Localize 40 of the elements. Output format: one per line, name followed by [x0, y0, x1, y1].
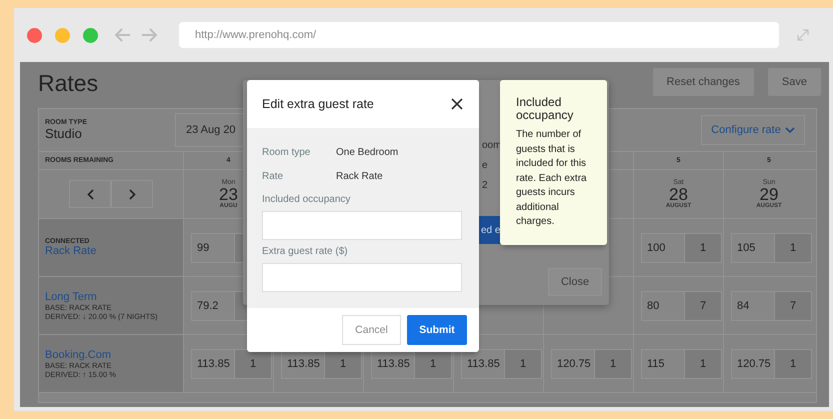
next-button[interactable]	[111, 180, 153, 208]
dialog-title: Edit extra guest rate	[262, 97, 374, 111]
input-field[interactable]	[262, 211, 462, 240]
detail-value: Rack Rate	[336, 170, 383, 182]
close-button[interactable]: Close	[548, 268, 602, 296]
minimize-window-icon[interactable]	[55, 28, 70, 42]
field-label: Included occupancy	[262, 194, 352, 205]
back-arrow-icon[interactable]	[115, 28, 131, 42]
configure-rate-button[interactable]: Configure rate	[701, 115, 805, 145]
submit-button[interactable]: Submit	[407, 315, 467, 345]
day-number: 23	[219, 186, 238, 203]
day-number: 29	[760, 186, 778, 203]
previous-button[interactable]	[69, 180, 111, 208]
dialog-text-fragment: e	[482, 160, 489, 171]
detail-label: Room type	[262, 146, 312, 158]
day-number: 28	[669, 186, 688, 203]
close-icon[interactable]	[451, 98, 463, 110]
rate-name-link[interactable]: Booking.Com	[45, 348, 112, 360]
address-bar[interactable]: http://www.prenohq.com/	[179, 22, 779, 48]
expand-icon[interactable]	[797, 29, 809, 41]
chevron-left-icon	[86, 188, 94, 200]
chevron-down-icon	[784, 126, 795, 134]
detail-label: Rate	[262, 170, 284, 182]
forward-arrow-icon[interactable]	[141, 28, 157, 42]
input-field[interactable]	[262, 263, 462, 292]
cancel-button[interactable]: Cancel	[342, 315, 401, 345]
header-button[interactable]: Save	[768, 68, 821, 96]
header-button[interactable]: Reset changes	[652, 68, 754, 96]
tooltip-title: Included occupancy	[516, 96, 574, 122]
page-title: Rates	[38, 70, 98, 97]
tooltip-text: The number of guests that is included for this rate. Each extra guests incurs additional charges.	[516, 128, 588, 229]
maximize-window-icon[interactable]	[83, 28, 98, 42]
room-type-value: Studio	[45, 126, 83, 141]
dialog-text-fragment: 2	[482, 180, 489, 191]
detail-value: One Bedroom	[336, 146, 398, 158]
field-label: Extra guest rate ($)	[262, 246, 349, 257]
rate-name-link[interactable]: Long Term	[45, 290, 97, 302]
close-window-icon[interactable]	[27, 28, 42, 42]
rate-name-link[interactable]: Rack Rate	[45, 245, 96, 257]
chevron-right-icon	[128, 188, 136, 200]
